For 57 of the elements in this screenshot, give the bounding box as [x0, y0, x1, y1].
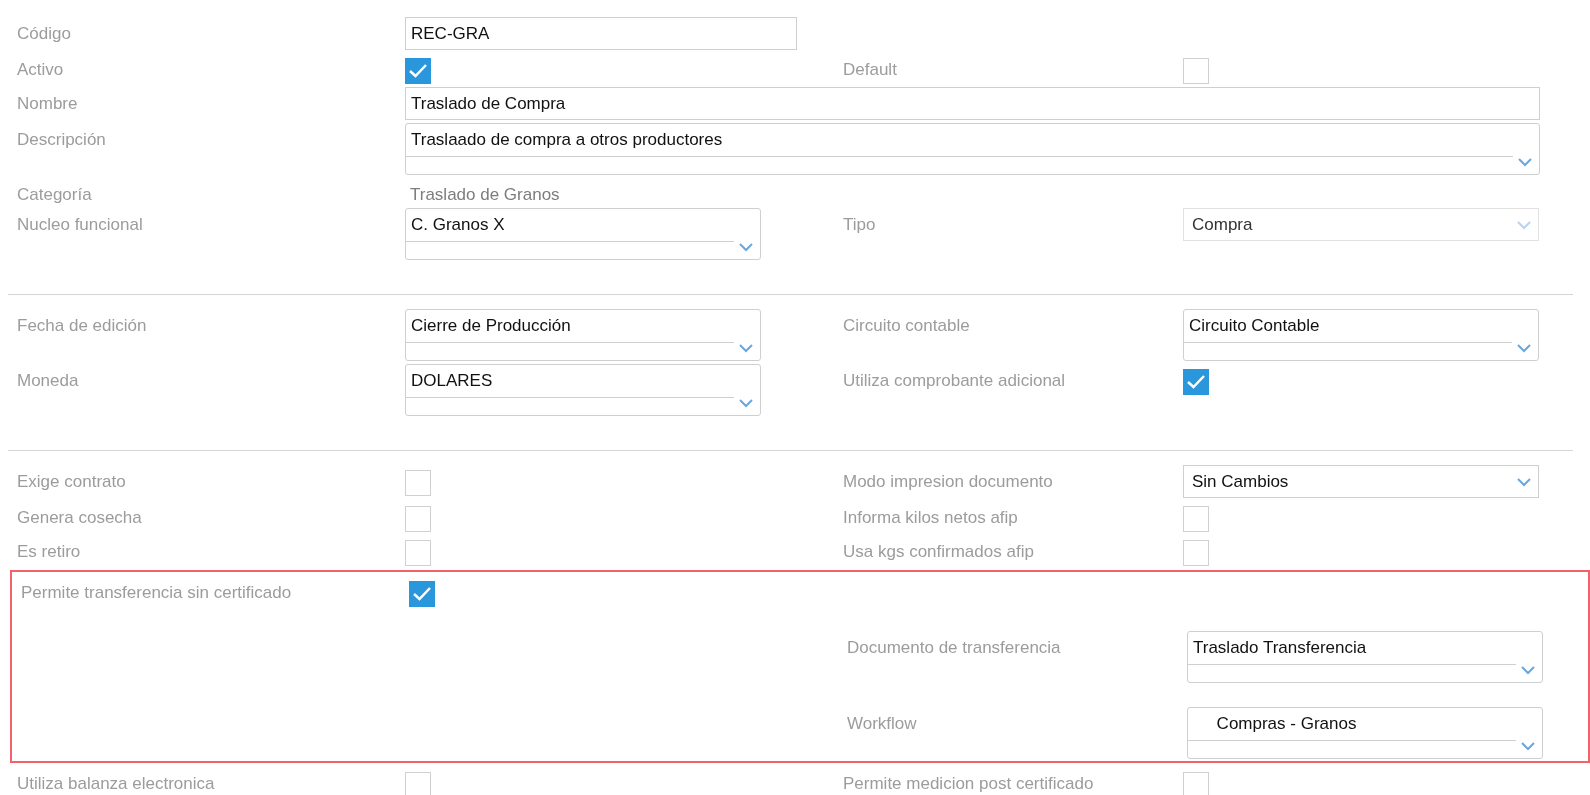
field-label: Usa kgs confirmados afip	[843, 541, 1035, 562]
combo-field[interactable]: Cierre de Producción	[405, 309, 761, 361]
checkbox[interactable]	[405, 540, 431, 566]
field-label: Permite medicion post certificado	[843, 773, 1095, 794]
combo-field[interactable]: DOLARES	[405, 364, 761, 416]
caret-icon	[1517, 157, 1533, 167]
text-field[interactable]: REC-GRA	[405, 17, 797, 50]
field-label: Categoría	[17, 184, 93, 205]
dropdown[interactable]: Sin Cambios	[1183, 465, 1539, 498]
caret-icon	[738, 242, 754, 252]
combo-field[interactable]: Circuito Contable	[1183, 309, 1539, 361]
field-label: Es retiro	[17, 541, 82, 562]
caret-icon	[1516, 343, 1532, 353]
caret-icon	[1516, 476, 1532, 487]
field-label: Utiliza comprobante adicional	[843, 370, 1067, 391]
field-label: Activo	[17, 59, 65, 80]
checkbox[interactable]	[405, 772, 431, 795]
combo-field[interactable]: C. Granos X	[405, 208, 761, 260]
text-field[interactable]: Traslado de Compra	[405, 87, 1540, 120]
caret-icon	[738, 398, 754, 408]
checkbox[interactable]	[1183, 772, 1209, 795]
field-label: Tipo	[843, 214, 877, 235]
caret-icon	[1516, 219, 1532, 230]
field-label: Default	[843, 59, 898, 80]
field-label: Moneda	[17, 370, 80, 391]
field-label: Exige contrato	[17, 471, 127, 492]
checkbox[interactable]	[409, 581, 435, 607]
check-icon	[408, 63, 428, 79]
field-label: Código	[17, 23, 72, 44]
field-label: Documento de transferencia	[847, 637, 1062, 658]
checkbox[interactable]	[1183, 540, 1209, 566]
caret-icon	[1520, 665, 1536, 675]
field-label: Modo impresion documento	[843, 471, 1054, 492]
field-value: Traslado de Granos	[409, 184, 561, 205]
combo-field[interactable]: Traslado Transferencia	[1187, 631, 1543, 683]
caret-icon	[1520, 741, 1536, 751]
combo-field[interactable]: Compras - Granos	[1187, 707, 1543, 759]
checkbox[interactable]	[1183, 506, 1209, 532]
field-label: Circuito contable	[843, 315, 971, 336]
checkbox[interactable]	[1183, 369, 1209, 395]
check-icon	[1186, 374, 1206, 390]
combo-field[interactable]: Traslaado de compra a otros productores	[405, 123, 1540, 175]
field-label: Fecha de edición	[17, 315, 148, 336]
checkbox[interactable]	[405, 470, 431, 496]
check-icon	[412, 586, 432, 602]
field-label: Permite transferencia sin certificado	[21, 582, 293, 603]
field-label: Genera cosecha	[17, 507, 143, 528]
caret-icon	[738, 343, 754, 353]
field-label: Utiliza balanza electronica	[17, 773, 216, 794]
field-label: Descripción	[17, 129, 107, 150]
checkbox[interactable]	[405, 506, 431, 532]
field-label: Nombre	[17, 93, 79, 114]
checkbox[interactable]	[405, 58, 431, 84]
checkbox[interactable]	[1183, 58, 1209, 84]
field-label: Informa kilos netos afip	[843, 507, 1019, 528]
field-label: Nucleo funcional	[17, 214, 144, 235]
field-label: Workflow	[847, 713, 918, 734]
